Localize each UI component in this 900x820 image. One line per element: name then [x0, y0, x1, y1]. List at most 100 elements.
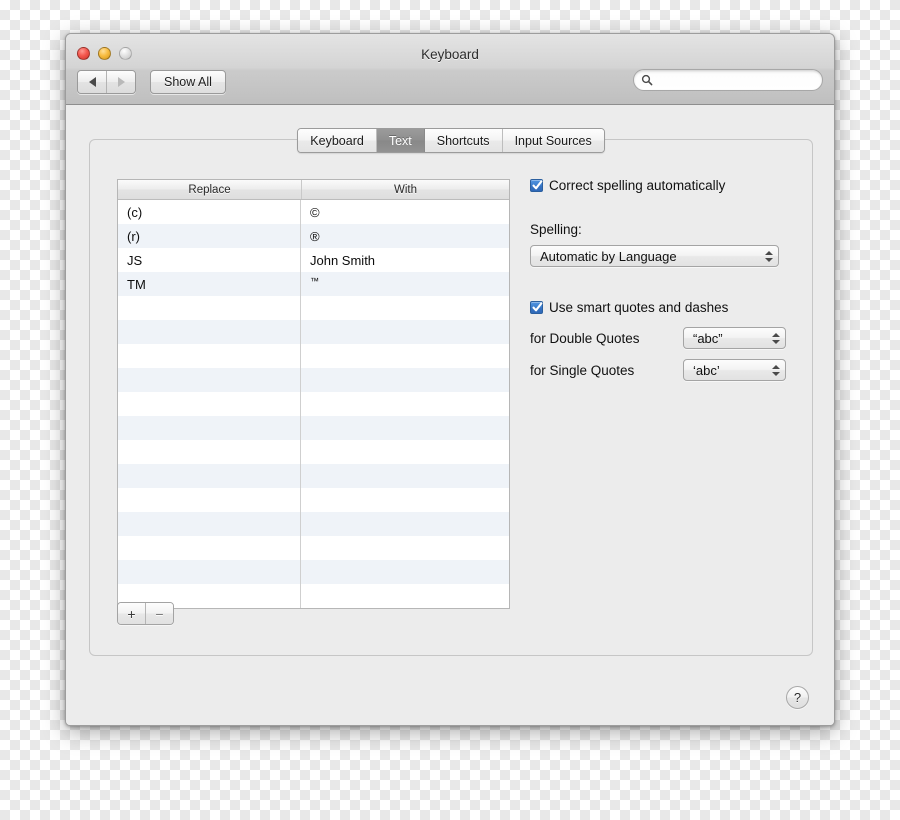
- smart-quotes-checkbox[interactable]: [530, 301, 543, 314]
- show-all-button[interactable]: Show All: [150, 70, 226, 94]
- cell-with[interactable]: ©: [301, 200, 509, 224]
- cell-replace[interactable]: [118, 344, 301, 368]
- preferences-window: Keyboard Show All Keyboard Text Shortcut…: [65, 33, 835, 726]
- cell-replace[interactable]: [118, 464, 301, 488]
- correct-spelling-checkbox[interactable]: [530, 179, 543, 192]
- table-row[interactable]: [118, 416, 509, 440]
- cell-replace[interactable]: (c): [118, 200, 301, 224]
- checkmark-icon: [532, 302, 543, 312]
- table-row[interactable]: [118, 296, 509, 320]
- tab-strip: Keyboard Text Shortcuts Input Sources: [297, 128, 605, 153]
- correct-spelling-row[interactable]: Correct spelling automatically: [530, 176, 795, 195]
- table-row[interactable]: [118, 344, 509, 368]
- cell-replace[interactable]: (r): [118, 224, 301, 248]
- table-row[interactable]: [118, 584, 509, 608]
- cell-replace[interactable]: JS: [118, 248, 301, 272]
- cell-with[interactable]: [301, 344, 509, 368]
- cell-with[interactable]: [301, 584, 509, 608]
- chevron-updown-icon: [771, 328, 780, 348]
- tab-bar: Keyboard Text Shortcuts Input Sources: [90, 128, 812, 153]
- cell-replace[interactable]: [118, 416, 301, 440]
- plus-icon: +: [127, 605, 136, 622]
- cell-with[interactable]: [301, 464, 509, 488]
- table-row[interactable]: [118, 368, 509, 392]
- minus-icon: −: [155, 605, 164, 622]
- table-body: (c) © (r) ® JS John Smith TM ™: [118, 200, 509, 608]
- window-title: Keyboard: [421, 47, 479, 62]
- window-titlebar: Keyboard Show All: [66, 34, 834, 105]
- tab-keyboard-label: Keyboard: [310, 133, 364, 148]
- text-pane-group-box: Keyboard Text Shortcuts Input Sources Re…: [89, 128, 813, 656]
- tab-shortcuts[interactable]: Shortcuts: [424, 129, 503, 152]
- cell-with[interactable]: [301, 416, 509, 440]
- tab-input-sources[interactable]: Input Sources: [502, 129, 604, 152]
- tab-text[interactable]: Text: [376, 129, 425, 152]
- table-header-row: Replace With: [118, 180, 509, 200]
- show-all-label: Show All: [164, 75, 212, 89]
- table-row[interactable]: [118, 536, 509, 560]
- spelling-label: Spelling:: [530, 222, 582, 237]
- help-button[interactable]: ?: [786, 686, 809, 709]
- navigation-segmented-control: [77, 70, 136, 94]
- table-row[interactable]: [118, 392, 509, 416]
- table-row[interactable]: [118, 320, 509, 344]
- cell-with[interactable]: [301, 560, 509, 584]
- cell-with[interactable]: [301, 392, 509, 416]
- remove-entry-button[interactable]: −: [146, 603, 173, 624]
- cell-with[interactable]: ®: [301, 224, 509, 248]
- add-remove-segmented-control: + −: [117, 602, 174, 625]
- table-row[interactable]: (c) ©: [118, 200, 509, 224]
- search-input[interactable]: [656, 73, 822, 87]
- table-row[interactable]: JS John Smith: [118, 248, 509, 272]
- forward-button[interactable]: [107, 71, 135, 93]
- table-row[interactable]: [118, 512, 509, 536]
- cell-replace[interactable]: TM: [118, 272, 301, 296]
- cell-replace[interactable]: [118, 392, 301, 416]
- table-row[interactable]: [118, 488, 509, 512]
- cell-replace[interactable]: [118, 320, 301, 344]
- cell-replace[interactable]: [118, 512, 301, 536]
- double-quotes-value: “abc”: [693, 330, 723, 346]
- table-row[interactable]: (r) ®: [118, 224, 509, 248]
- cell-replace[interactable]: [118, 368, 301, 392]
- cell-with[interactable]: [301, 488, 509, 512]
- search-field[interactable]: [633, 69, 823, 91]
- smart-quotes-label: Use smart quotes and dashes: [549, 300, 729, 315]
- checkmark-icon: [532, 180, 543, 190]
- cell-replace[interactable]: [118, 560, 301, 584]
- double-quotes-label: for Double Quotes: [530, 330, 640, 346]
- table-row[interactable]: [118, 560, 509, 584]
- cell-with[interactable]: [301, 296, 509, 320]
- double-quotes-popup-button[interactable]: “abc”: [683, 327, 786, 349]
- cell-with[interactable]: [301, 320, 509, 344]
- smart-quotes-row[interactable]: Use smart quotes and dashes: [530, 298, 795, 317]
- cell-with[interactable]: John Smith: [301, 248, 509, 272]
- cell-replace[interactable]: [118, 536, 301, 560]
- column-header-with[interactable]: With: [302, 180, 509, 199]
- cell-replace[interactable]: [118, 296, 301, 320]
- table-row[interactable]: [118, 464, 509, 488]
- chevron-updown-icon: [771, 360, 780, 380]
- spelling-popup-button[interactable]: Automatic by Language: [530, 245, 779, 267]
- add-entry-button[interactable]: +: [118, 603, 146, 624]
- single-quotes-popup-button[interactable]: ‘abc’: [683, 359, 786, 381]
- column-header-replace[interactable]: Replace: [118, 180, 302, 199]
- cell-with[interactable]: [301, 536, 509, 560]
- table-row[interactable]: [118, 440, 509, 464]
- cell-with[interactable]: ™: [301, 272, 509, 296]
- single-quotes-row: for Single Quotes ‘abc’: [530, 359, 795, 381]
- back-button[interactable]: [78, 71, 107, 93]
- cell-with[interactable]: [301, 368, 509, 392]
- single-quotes-value: ‘abc’: [693, 362, 720, 378]
- tab-keyboard[interactable]: Keyboard: [298, 129, 377, 152]
- tab-shortcuts-label: Shortcuts: [436, 133, 490, 148]
- substitutions-table[interactable]: Replace With (c) © (r) ® JS John Smith TM ™: [117, 179, 510, 609]
- tab-text-label: Text: [388, 133, 412, 148]
- cell-replace[interactable]: [118, 488, 301, 512]
- table-row[interactable]: TM ™: [118, 272, 509, 296]
- cell-with[interactable]: [301, 512, 509, 536]
- cell-with[interactable]: [301, 440, 509, 464]
- question-mark-icon: ?: [793, 690, 802, 705]
- cell-replace[interactable]: [118, 440, 301, 464]
- tab-input-sources-label: Input Sources: [514, 133, 592, 148]
